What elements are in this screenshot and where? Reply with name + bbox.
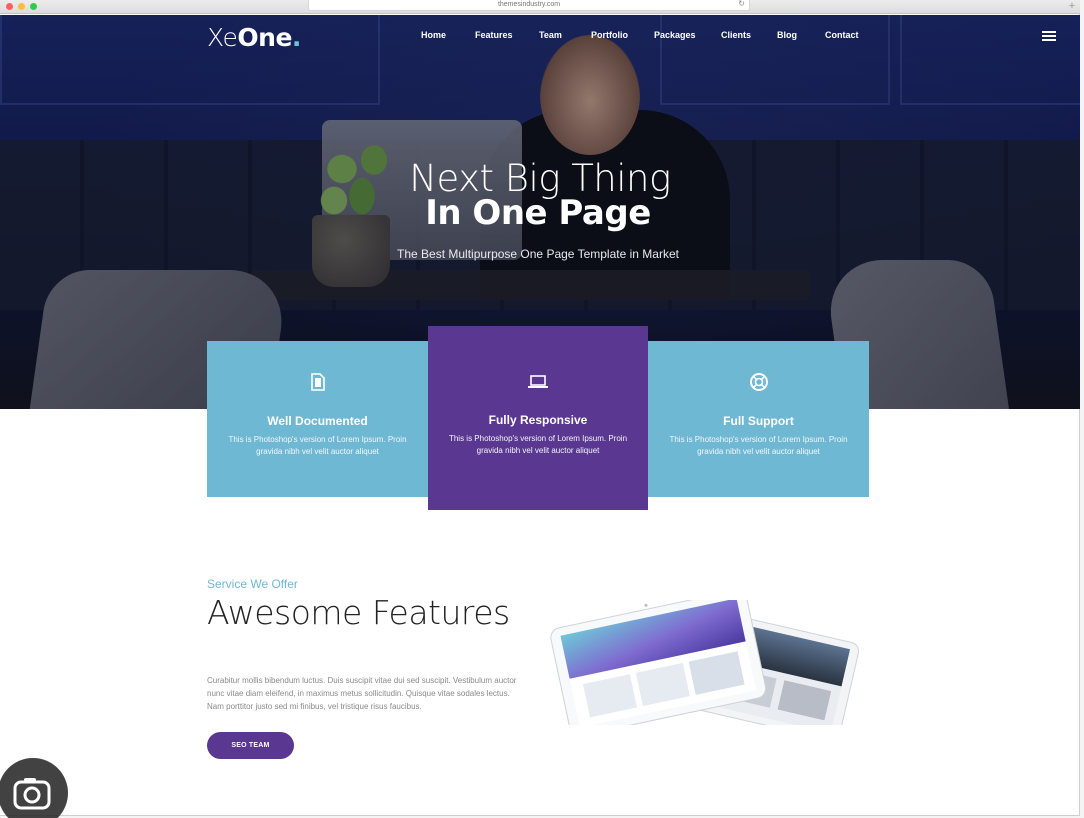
- browser-window: themesindustry.com ↻ + XeOne. Home Featu…: [0, 0, 1080, 816]
- site-logo[interactable]: XeOne.: [207, 23, 301, 52]
- section-kicker: Service We Offer: [207, 577, 298, 591]
- card-text: This is Photoshop's version of Lorem Ips…: [669, 435, 848, 456]
- card-title: Well Documented: [267, 414, 368, 428]
- minimize-window-button[interactable]: [18, 3, 25, 10]
- nav-item-clients[interactable]: Clients: [721, 30, 777, 44]
- card-title: Fully Responsive: [488, 413, 588, 427]
- laptop-icon: [528, 375, 548, 388]
- section-body: Curabitur mollis bibendum luctus. Duis s…: [207, 676, 517, 711]
- tablets-mockup-image: [550, 600, 860, 725]
- feature-card-responsive[interactable]: Fully Responsive This is Photoshop's ver…: [428, 326, 648, 510]
- maximize-window-button[interactable]: [30, 3, 37, 10]
- logo-text-bold: One: [237, 23, 292, 52]
- hamburger-menu-icon[interactable]: [1042, 31, 1056, 42]
- address-url: themesindustry.com: [497, 1, 561, 8]
- reload-icon[interactable]: ↻: [738, 0, 745, 9]
- nav-item-blog[interactable]: Blog: [777, 30, 825, 44]
- section-title: Awesome Features: [207, 593, 510, 632]
- lifebuoy-icon: [749, 373, 768, 391]
- nav-item-home[interactable]: Home: [421, 30, 475, 44]
- card-text: This is Photoshop's version of Lorem Ips…: [228, 435, 407, 456]
- feature-card-support[interactable]: Full Support This is Photoshop's version…: [648, 341, 869, 497]
- camera-search-icon[interactable]: [0, 758, 68, 818]
- nav-item-packages[interactable]: Packages: [654, 30, 721, 44]
- nav-item-features[interactable]: Features: [475, 30, 539, 44]
- camera-icon: [13, 778, 51, 810]
- close-window-button[interactable]: [6, 3, 13, 10]
- seo-team-button[interactable]: SEO TEAM: [207, 732, 294, 759]
- new-tab-button[interactable]: +: [1066, 0, 1078, 13]
- nav-item-portfolio[interactable]: Portfolio: [591, 30, 654, 44]
- card-title: Full Support: [723, 414, 794, 428]
- logo-text-light: Xe: [207, 23, 238, 52]
- address-bar[interactable]: themesindustry.com ↻: [308, 0, 750, 11]
- document-icon: [310, 373, 325, 391]
- logo-dot: .: [291, 23, 302, 52]
- feature-card-documented[interactable]: Well Documented This is Photoshop's vers…: [207, 341, 428, 497]
- nav-item-contact[interactable]: Contact: [825, 30, 865, 44]
- hero-title-bold: In One Page: [425, 193, 651, 233]
- main-nav: Home Features Team Portfolio Packages Cl…: [421, 30, 865, 44]
- card-text: This is Photoshop's version of Lorem Ips…: [448, 434, 628, 455]
- nav-item-team[interactable]: Team: [539, 30, 591, 44]
- hero-subtitle: The Best Multipurpose One Page Template …: [397, 247, 679, 261]
- browser-titlebar: themesindustry.com ↻ +: [0, 0, 1080, 14]
